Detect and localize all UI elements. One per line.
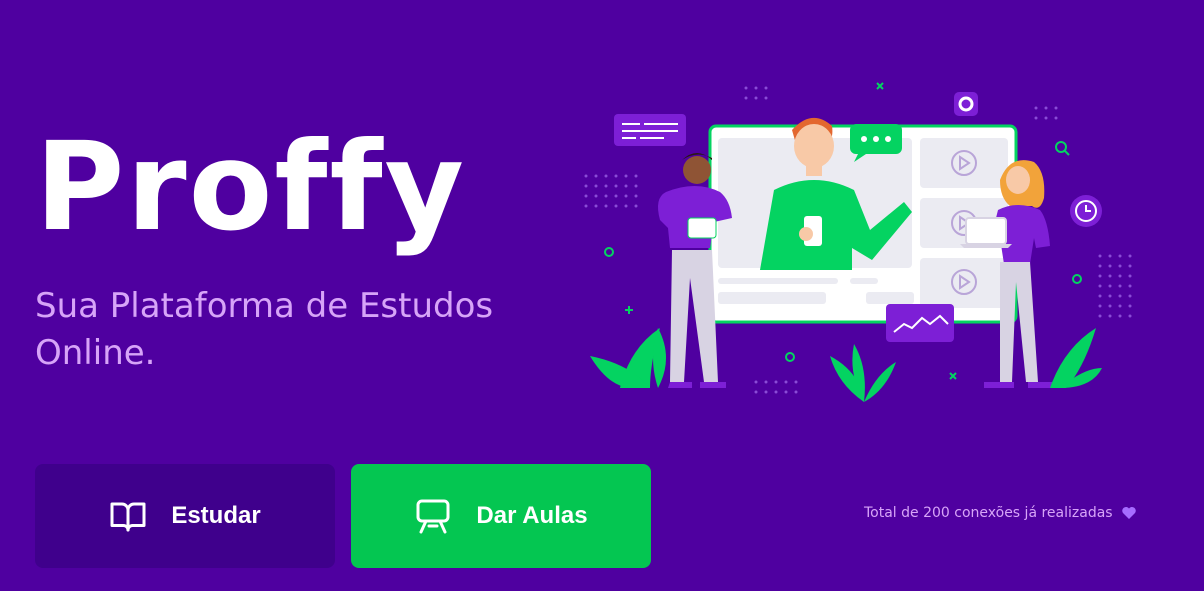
dot-grid-right xyxy=(1098,254,1132,318)
plant-left xyxy=(590,328,666,388)
tagline: Sua Plataforma de Estudos Online. xyxy=(35,286,494,373)
plant-center xyxy=(830,344,896,402)
book-open-icon xyxy=(109,497,147,535)
clock-icon xyxy=(1070,195,1102,227)
search-icon xyxy=(1055,141,1070,156)
proffy-logo: Proffy xyxy=(35,126,475,270)
study-button-label: Estudar xyxy=(171,502,261,529)
plant-right xyxy=(1050,328,1102,388)
presentation-icon xyxy=(414,497,452,535)
study-button[interactable]: Estudar xyxy=(35,464,335,568)
dot-grid-left xyxy=(584,174,638,208)
logo-text: Proffy xyxy=(35,116,467,258)
dot-grid-top xyxy=(744,86,1058,120)
heart-icon xyxy=(1121,506,1137,520)
gear-icon xyxy=(954,92,978,116)
teach-button-label: Dar Aulas xyxy=(476,502,588,529)
chart-card-icon xyxy=(886,304,954,342)
total-connections: Total de 200 conexões já realizadas xyxy=(864,505,1137,521)
hero-illustration xyxy=(580,70,1160,410)
note-card-icon xyxy=(614,114,686,146)
teach-button[interactable]: Dar Aulas xyxy=(351,464,651,568)
dot-grid-bottom xyxy=(754,380,798,394)
total-connections-text: Total de 200 conexões já realizadas xyxy=(864,505,1113,521)
